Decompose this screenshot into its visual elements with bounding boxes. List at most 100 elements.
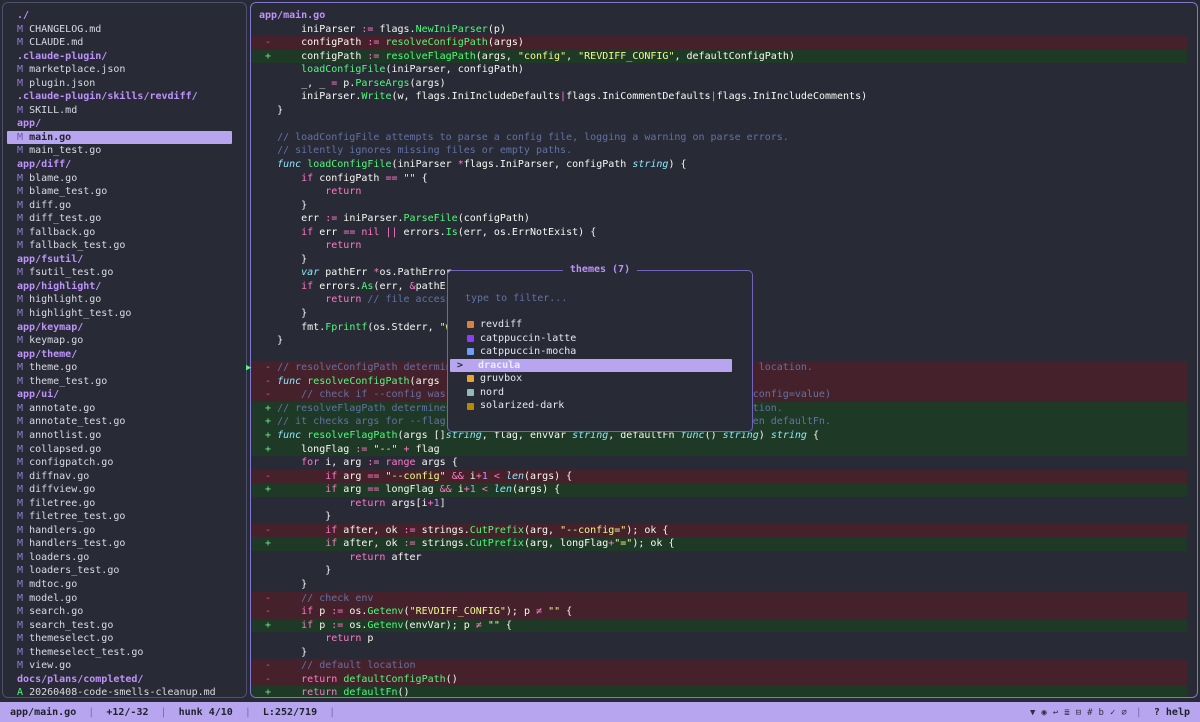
file-tree-item[interactable]: M CLAUDE.md bbox=[7, 36, 232, 50]
file-tree-item[interactable]: M highlight_test.go bbox=[7, 307, 232, 321]
file-tree-item[interactable]: M loaders.go bbox=[7, 551, 232, 565]
file-label: diffnav.go bbox=[29, 471, 89, 482]
diff-gutter-marker: + bbox=[259, 444, 277, 455]
file-tree-item[interactable]: M mdtoc.go bbox=[7, 578, 232, 592]
dir-label: app/ bbox=[11, 118, 41, 129]
file-tree-item[interactable]: M filetree_test.go bbox=[7, 510, 232, 524]
file-tree-item[interactable]: M theme_test.go bbox=[7, 375, 232, 389]
file-tree-item[interactable]: M loaders_test.go bbox=[7, 564, 232, 578]
code-token: := bbox=[331, 606, 343, 617]
file-tree-dir[interactable]: app/highlight/ bbox=[7, 280, 232, 294]
file-tree-item[interactable]: M plugin.json bbox=[7, 77, 232, 91]
file-tree-dir[interactable]: app/fsutil/ bbox=[7, 253, 232, 267]
code-token: arg bbox=[337, 471, 367, 482]
file-tree-item[interactable]: M blame.go bbox=[7, 172, 232, 186]
file-tree-item[interactable]: M CHANGELOG.md bbox=[7, 23, 232, 37]
file-tree-item[interactable]: M annotate_test.go bbox=[7, 415, 232, 429]
status-toggle-icons: ▼◉↩≣⊟#b✓∅ bbox=[1027, 707, 1130, 718]
wrap-toggle-icon: ↩ bbox=[1053, 708, 1058, 718]
file-tree-item[interactable]: M fallback_test.go bbox=[7, 239, 232, 253]
file-tree-item[interactable]: M diff.go bbox=[7, 199, 232, 213]
diff-line: err := iniParser.ParseFile(configPath) bbox=[251, 212, 1187, 226]
file-tree-dir[interactable]: app/theme/ bbox=[7, 348, 232, 362]
file-tree: ./ M CHANGELOG.md M CLAUDE.md .claude-pl… bbox=[3, 3, 246, 698]
git-status-badge: M bbox=[11, 579, 29, 590]
diff-line: - if arg == "--config" && i+1 < len(args… bbox=[251, 470, 1187, 484]
theme-filter-input[interactable]: type to filter... bbox=[465, 293, 752, 304]
file-tree-item[interactable]: M marketplace.json bbox=[7, 63, 232, 77]
file-tree-dir[interactable]: app/ui/ bbox=[7, 388, 232, 402]
diff-gutter-marker bbox=[259, 498, 277, 509]
code-token: NewIniParser bbox=[416, 24, 488, 35]
code-token: ParseArgs bbox=[355, 78, 409, 89]
code-token: _, _ bbox=[277, 78, 331, 89]
file-tree-item[interactable]: A 20260408-code-smells-cleanup.md bbox=[7, 686, 232, 698]
file-tree-item[interactable]: M annotlist.go bbox=[7, 429, 232, 443]
diff-line: - return defaultConfigPath() bbox=[251, 673, 1187, 687]
diff-line: + if after, ok := strings.CutPrefix(arg,… bbox=[251, 537, 1187, 551]
code-token: after bbox=[385, 552, 421, 563]
file-tree-dir[interactable]: docs/plans/completed/ bbox=[7, 673, 232, 687]
file-tree-item[interactable]: M collapsed.go bbox=[7, 443, 232, 457]
theme-option[interactable]: solarized-dark bbox=[448, 399, 752, 413]
file-tree-dir[interactable]: app/diff/ bbox=[7, 158, 232, 172]
code-token: return bbox=[301, 674, 337, 685]
file-tree-item[interactable]: M themeselect_test.go bbox=[7, 646, 232, 660]
theme-option[interactable]: >dracula bbox=[450, 359, 732, 373]
theme-option[interactable]: gruvbox bbox=[448, 372, 752, 386]
file-tree-item[interactable]: M SKILL.md bbox=[7, 104, 232, 118]
file-tree-item[interactable]: M themeselect.go bbox=[7, 632, 232, 646]
diff-line: } bbox=[251, 510, 1187, 524]
code-token: (args) bbox=[410, 78, 446, 89]
file-tree-item[interactable]: M blame_test.go bbox=[7, 185, 232, 199]
file-tree-dir[interactable]: .claude-plugin/skills/revdiff/ bbox=[7, 90, 232, 104]
check-toggle-icon: ✓ bbox=[1110, 708, 1115, 718]
file-tree-item[interactable]: M fallback.go bbox=[7, 226, 232, 240]
file-tree-item[interactable]: M main_test.go bbox=[7, 144, 232, 158]
file-tree-item[interactable]: M theme.go bbox=[7, 361, 232, 375]
diff-line: return p bbox=[251, 632, 1187, 646]
file-tree-dir[interactable]: app/ bbox=[7, 117, 232, 131]
file-label: annotlist.go bbox=[29, 430, 101, 441]
file-tree-item[interactable]: M main.go bbox=[7, 131, 232, 145]
theme-label: gruvbox bbox=[480, 372, 522, 386]
file-tree-dir[interactable]: app/keymap/ bbox=[7, 321, 232, 335]
file-tree-dir[interactable]: .claude-plugin/ bbox=[7, 50, 232, 64]
code-token: errors. bbox=[398, 227, 446, 238]
file-tree-item[interactable]: M search.go bbox=[7, 605, 232, 619]
diff-line: + if p := os.Getenv(envVar); p ≠ "" { bbox=[251, 619, 1187, 633]
git-status-badge: M bbox=[11, 335, 29, 346]
code-token: Write bbox=[361, 91, 391, 102]
theme-option[interactable]: catppuccin-latte bbox=[448, 332, 752, 346]
file-label: loaders_test.go bbox=[29, 565, 119, 576]
file-tree-item[interactable]: M model.go bbox=[7, 592, 232, 606]
file-tree-item[interactable]: M highlight.go bbox=[7, 293, 232, 307]
diff-line: + longFlag := "--" + flag bbox=[251, 443, 1187, 457]
file-tree-item[interactable]: M keymap.go bbox=[7, 334, 232, 348]
code-token: // loadConfigFile attempts to parse a co… bbox=[277, 132, 789, 143]
diff-gutter-marker bbox=[259, 294, 277, 305]
code-token: string bbox=[771, 430, 807, 441]
theme-label: catppuccin-mocha bbox=[480, 345, 576, 359]
file-label: themeselect_test.go bbox=[29, 647, 143, 658]
theme-option[interactable]: catppuccin-mocha bbox=[448, 345, 752, 359]
file-label: plugin.json bbox=[29, 78, 95, 89]
file-tree-item[interactable]: M diff_test.go bbox=[7, 212, 232, 226]
file-tree-item[interactable]: M filetree.go bbox=[7, 497, 232, 511]
theme-option[interactable]: nord bbox=[448, 386, 752, 400]
file-tree-dir[interactable]: ./ bbox=[7, 9, 232, 23]
theme-option[interactable]: revdiff bbox=[448, 318, 752, 332]
code-token: strings. bbox=[416, 525, 470, 536]
file-tree-item[interactable]: M handlers_test.go bbox=[7, 537, 232, 551]
code-token: := bbox=[367, 457, 379, 468]
diff-gutter-marker bbox=[259, 240, 277, 251]
file-tree-item[interactable]: M diffnav.go bbox=[7, 470, 232, 484]
file-tree-item[interactable]: M search_test.go bbox=[7, 619, 232, 633]
file-tree-item[interactable]: M view.go bbox=[7, 659, 232, 673]
file-tree-item[interactable]: M configpatch.go bbox=[7, 456, 232, 470]
code-token bbox=[277, 484, 325, 495]
file-tree-item[interactable]: M handlers.go bbox=[7, 524, 232, 538]
file-tree-item[interactable]: M annotate.go bbox=[7, 402, 232, 416]
file-tree-item[interactable]: M fsutil_test.go bbox=[7, 266, 232, 280]
file-tree-item[interactable]: M diffview.go bbox=[7, 483, 232, 497]
